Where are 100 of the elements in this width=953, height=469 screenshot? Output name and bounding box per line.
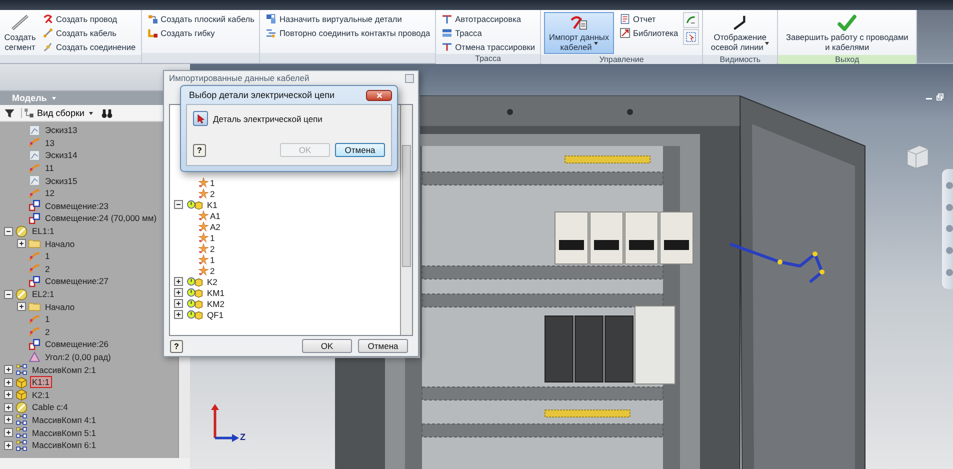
tree-item[interactable]: 12 [43, 187, 56, 200]
collapse-icon[interactable] [4, 226, 13, 236]
ribbon-button[interactable]: Отчет [617, 12, 680, 25]
tree-item[interactable]: EL1:1 [30, 225, 56, 238]
curve-icon [685, 14, 698, 26]
ribbon-icon-button[interactable] [683, 29, 700, 45]
tree-item[interactable]: 2 [210, 266, 215, 276]
pin-icon [198, 232, 209, 243]
ribbon-button[interactable]: Создать плоский кабель [144, 12, 256, 25]
tree-item[interactable]: A1 [210, 210, 220, 220]
ribbon-button[interactable]: Импорт данных кабелей [544, 12, 614, 54]
ribbon-button[interactable]: Автотрассировка [439, 12, 538, 25]
tree-item[interactable]: МассивКомп 6:1 [30, 439, 98, 452]
tree-item[interactable]: Совмещение:26 [43, 338, 110, 350]
tree-item[interactable]: QF1 [207, 310, 224, 320]
tree-item[interactable]: Начало [43, 300, 77, 313]
tree-item[interactable]: EL2:1 [30, 288, 56, 300]
pin-icon [198, 177, 209, 188]
dialog-button[interactable]: OK [302, 339, 352, 353]
pin-icon [198, 265, 209, 276]
tree-item[interactable]: 1 [43, 313, 52, 326]
selector-label: Деталь электрической цепи [213, 114, 322, 124]
tree-item[interactable]: A2 [210, 222, 220, 232]
expand-icon[interactable] [4, 402, 13, 412]
pin-icon [198, 210, 209, 221]
scrollbar[interactable] [400, 105, 412, 335]
tree-item[interactable]: Эскиз14 [43, 149, 80, 162]
filter-icon [4, 108, 15, 118]
tree-item[interactable]: Совмещение:27 [43, 275, 110, 288]
binoculars-icon [101, 108, 114, 118]
tree-item[interactable]: Эскиз15 [43, 174, 80, 187]
ribbon-button[interactable]: Создать провод [40, 12, 138, 25]
angle-icon [28, 350, 41, 364]
tree-item[interactable]: Совмещение:23 [43, 200, 110, 212]
library-icon [619, 26, 632, 38]
expand-icon[interactable] [4, 440, 13, 450]
ribbon-button[interactable]: Завершить работу с проводами и кабелями [781, 12, 914, 54]
wire-icon [28, 136, 41, 150]
ribbon-button[interactable]: Повторно соединить контакты провода [263, 26, 432, 39]
tree-item[interactable]: 2 [210, 244, 215, 254]
expand-icon[interactable] [174, 299, 183, 308]
tree-item[interactable]: K1:1 [30, 376, 52, 388]
tree-item[interactable]: Cable c:4 [30, 401, 70, 414]
tree-item[interactable]: KM1 [207, 288, 224, 298]
expand-icon[interactable] [17, 239, 26, 248]
tree-item[interactable]: 11 [43, 162, 56, 174]
select-button[interactable] [193, 111, 208, 126]
ribbon-button[interactable]: Создать соединение [40, 40, 138, 53]
ribbon-button[interactable]: Создать кабель [40, 26, 138, 39]
hook-icon [42, 12, 54, 24]
help-button[interactable]: ? [193, 144, 206, 156]
pattern-icon [15, 363, 28, 376]
tree-item[interactable]: 1 [210, 232, 215, 242]
tree-item[interactable]: K2:1 [30, 388, 52, 401]
expand-icon[interactable] [174, 277, 183, 286]
tree-item[interactable]: Угол:2 (0,00 рад) [43, 350, 113, 363]
expand-icon[interactable] [174, 310, 183, 319]
tree-item[interactable]: 2 [43, 326, 52, 338]
tree-item[interactable]: Совмещение:24 (70,000 мм) [43, 212, 159, 224]
wire-icon [28, 262, 41, 276]
tree-item[interactable]: 2 [43, 262, 52, 275]
wire-icon [28, 250, 41, 263]
tree-item[interactable]: 13 [43, 136, 56, 149]
ribbon-button[interactable]: Библиотека [617, 26, 680, 39]
ribbon-button[interactable]: Назначить виртуальные детали [263, 12, 432, 25]
dialog-button[interactable]: Отмена [358, 339, 408, 353]
tree-item[interactable]: 1 [43, 250, 52, 262]
close-button[interactable] [366, 90, 392, 100]
expand-icon[interactable] [4, 390, 13, 400]
tree-item[interactable]: МассивКомп 5:1 [30, 426, 98, 439]
tree-item[interactable]: 1 [210, 178, 215, 188]
ribbon-button[interactable]: Трасса [439, 26, 538, 39]
tree-item[interactable]: 2 [210, 188, 215, 198]
sketch-icon [28, 174, 41, 188]
restore-icon [936, 93, 944, 101]
collapse-icon[interactable] [4, 290, 13, 299]
tree-item[interactable]: МассивКомп 4:1 [30, 414, 98, 426]
tree-item[interactable]: Начало [43, 238, 77, 250]
expand-icon[interactable] [4, 365, 13, 374]
expand-icon[interactable] [17, 302, 26, 312]
expand-icon[interactable] [174, 288, 183, 297]
ribbon-button[interactable]: Создать сегмент [3, 12, 37, 54]
ribbon-button[interactable]: Отображение осевой линии [706, 12, 774, 54]
pin-icon [198, 243, 209, 254]
collapse-icon[interactable] [174, 200, 183, 209]
expand-icon[interactable] [4, 415, 13, 424]
ribbon-icon-button[interactable] [683, 12, 700, 28]
tree-item[interactable]: K2 [207, 276, 218, 286]
tree-item[interactable]: Эскиз13 [43, 124, 80, 136]
dialog-button[interactable]: Отмена [335, 143, 385, 157]
pattern-icon [15, 438, 28, 452]
ribbon-button[interactable]: Отмена трассировки [439, 40, 538, 53]
tree-item[interactable]: K1 [207, 200, 218, 210]
ribbon-button[interactable]: Создать гибку [144, 26, 256, 39]
expand-icon[interactable] [4, 428, 13, 438]
tree-item[interactable]: KM2 [207, 298, 224, 308]
tree-item[interactable]: МассивКомп 2:1 [30, 364, 98, 376]
help-button[interactable]: ? [170, 340, 183, 352]
tree-item[interactable]: 1 [210, 254, 215, 264]
expand-icon[interactable] [4, 378, 13, 387]
